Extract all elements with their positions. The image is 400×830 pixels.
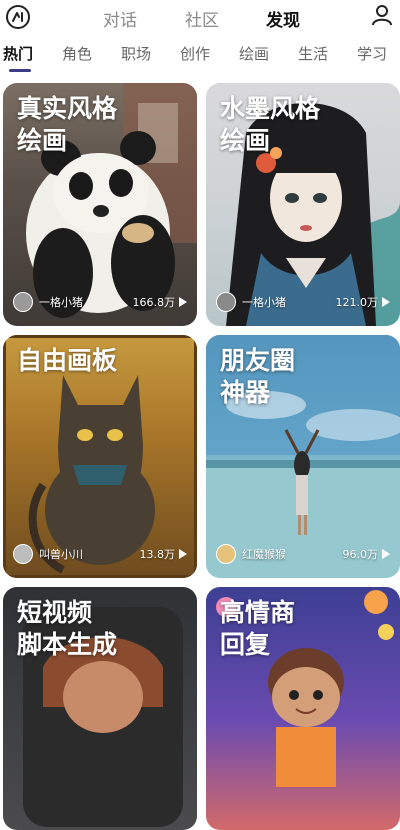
card-realistic-painting[interactable]: 真实风格 绘画 一格小猪 166.8万 [3, 83, 197, 326]
category-role[interactable]: 角色 [62, 43, 92, 64]
play-icon [179, 549, 187, 559]
category-active-indicator [9, 69, 31, 72]
view-count: 96.0万 [342, 548, 379, 561]
category-tabs: 热门 角色 职场 创作 绘画 生活 学习 [0, 40, 400, 76]
card-title: 朋友圈 神器 [220, 346, 296, 407]
top-bar: 对话 社区 发现 [0, 0, 400, 34]
tab-discover[interactable]: 发现 [266, 6, 300, 31]
card-high-eq-reply[interactable]: 高情商 回复 [206, 587, 400, 830]
card-footer: 一格小猪 121.0万 [216, 292, 390, 312]
author-avatar [216, 292, 236, 312]
author-name: 一格小猪 [242, 296, 286, 309]
card-ink-painting[interactable]: 水墨风格 绘画 一格小猪 121.0万 [206, 83, 400, 326]
author-name: 叫兽小川 [39, 548, 83, 561]
card-title: 真实风格 绘画 [17, 94, 118, 155]
category-workplace[interactable]: 职场 [121, 43, 151, 64]
author-avatar [216, 544, 236, 564]
card-title: 水墨风格 绘画 [220, 94, 321, 155]
app-logo-icon[interactable] [6, 5, 30, 29]
author-avatar [13, 292, 33, 312]
play-icon [179, 297, 187, 307]
view-count: 121.0万 [335, 296, 379, 309]
card-short-video-script[interactable]: 短视频 脚本生成 [3, 587, 197, 830]
card-free-canvas[interactable]: 自由画板 叫兽小川 13.8万 [3, 335, 197, 578]
category-creation[interactable]: 创作 [180, 43, 210, 64]
author-name: 一格小猪 [39, 296, 83, 309]
category-hot[interactable]: 热门 [3, 43, 33, 64]
author-avatar [13, 544, 33, 564]
user-profile-icon[interactable] [370, 3, 394, 27]
category-painting[interactable]: 绘画 [239, 43, 269, 64]
play-icon [382, 549, 390, 559]
view-count: 166.8万 [132, 296, 176, 309]
tab-chat[interactable]: 对话 [103, 6, 137, 31]
card-moments-tool[interactable]: 朋友圈 神器 红魔猴猴 96.0万 [206, 335, 400, 578]
play-icon [382, 297, 390, 307]
tab-community[interactable]: 社区 [185, 6, 219, 31]
category-study[interactable]: 学习 [357, 43, 387, 64]
author-name: 红魔猴猴 [242, 548, 286, 561]
view-count: 13.8万 [139, 548, 176, 561]
card-footer: 一格小猪 166.8万 [13, 292, 187, 312]
card-title: 自由画板 [17, 346, 118, 375]
card-title: 短视频 脚本生成 [17, 598, 118, 659]
card-footer: 叫兽小川 13.8万 [13, 544, 187, 564]
card-footer: 红魔猴猴 96.0万 [216, 544, 390, 564]
card-title: 高情商 回复 [220, 598, 296, 659]
category-life[interactable]: 生活 [298, 43, 328, 64]
